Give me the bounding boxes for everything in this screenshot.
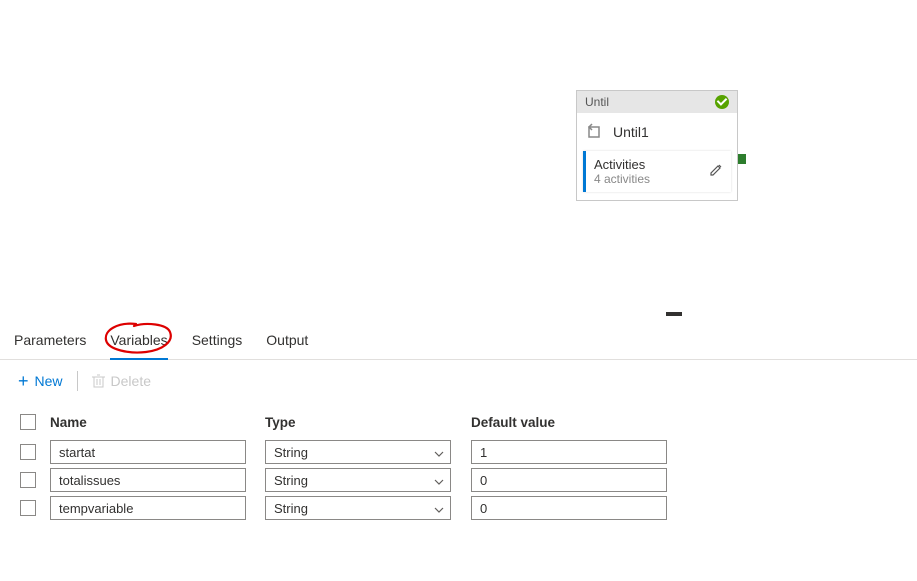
table-header-row: Name Type Default value: [14, 406, 903, 438]
chevron-down-icon: [434, 473, 444, 488]
variable-name-input[interactable]: [50, 440, 246, 464]
activity-title-row: Until1: [577, 113, 737, 151]
activity-name: Until1: [613, 124, 649, 140]
row-checkbox[interactable]: [20, 500, 36, 516]
new-label: New: [35, 373, 63, 389]
select-all-checkbox[interactable]: [20, 414, 36, 430]
new-button[interactable]: + New: [14, 370, 67, 392]
variable-type-select[interactable]: String: [265, 496, 451, 520]
resize-handle[interactable]: [666, 312, 682, 316]
output-port[interactable]: [738, 154, 746, 164]
loop-icon: [585, 123, 603, 141]
header-default: Default value: [471, 415, 681, 430]
type-value: String: [274, 501, 308, 516]
tabs-bar: Parameters Variables Settings Output: [0, 318, 917, 360]
variables-table: Name Type Default value String String: [0, 402, 917, 526]
variable-type-select[interactable]: String: [265, 440, 451, 464]
tab-variables[interactable]: Variables: [110, 326, 167, 360]
variable-default-input[interactable]: [471, 496, 667, 520]
activity-header: Until: [577, 91, 737, 113]
variable-default-input[interactable]: [471, 440, 667, 464]
variable-type-select[interactable]: String: [265, 468, 451, 492]
tab-output[interactable]: Output: [266, 326, 308, 359]
header-type: Type: [265, 415, 471, 430]
plus-icon: +: [18, 372, 29, 390]
row-checkbox[interactable]: [20, 472, 36, 488]
type-value: String: [274, 473, 308, 488]
header-name: Name: [50, 415, 265, 430]
variable-default-input[interactable]: [471, 468, 667, 492]
activities-label: Activities: [594, 157, 650, 172]
edit-pencil-icon[interactable]: [709, 163, 723, 180]
table-row: String: [14, 438, 903, 466]
chevron-down-icon: [434, 501, 444, 516]
variable-name-input[interactable]: [50, 468, 246, 492]
toolbar-separator: [77, 371, 78, 391]
pipeline-canvas[interactable]: Until Until1 Activities 4 activities: [0, 0, 917, 318]
table-row: String: [14, 494, 903, 522]
activity-type-label: Until: [585, 95, 609, 109]
delete-label: Delete: [111, 373, 151, 389]
success-check-icon: [715, 95, 729, 109]
variable-name-input[interactable]: [50, 496, 246, 520]
chevron-down-icon: [434, 445, 444, 460]
until-activity-card[interactable]: Until Until1 Activities 4 activities: [576, 90, 738, 201]
activities-count: 4 activities: [594, 172, 650, 186]
tab-settings[interactable]: Settings: [192, 326, 243, 359]
table-row: String: [14, 466, 903, 494]
activity-sub-panel[interactable]: Activities 4 activities: [583, 151, 731, 192]
tab-parameters[interactable]: Parameters: [14, 326, 86, 359]
trash-icon: [92, 374, 105, 388]
delete-button: Delete: [88, 371, 155, 391]
toolbar: + New Delete: [0, 360, 917, 402]
row-checkbox[interactable]: [20, 444, 36, 460]
type-value: String: [274, 445, 308, 460]
